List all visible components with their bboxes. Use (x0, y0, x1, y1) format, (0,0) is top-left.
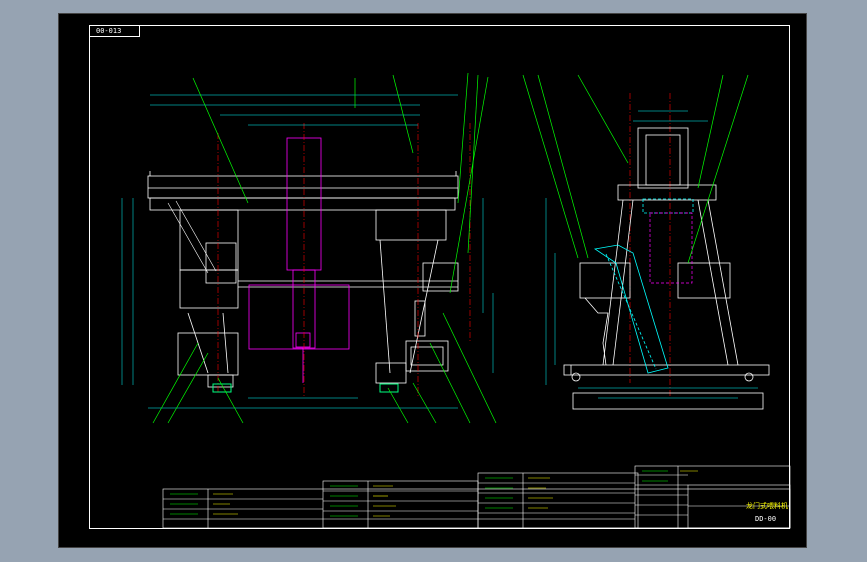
drawing-number: DD-00 (755, 515, 777, 523)
drawing-sheet: 00-013 龙门式喂料机 DD-00 (58, 13, 807, 548)
side-view (563, 127, 770, 410)
drawing-title: 龙门式喂料机 (746, 502, 788, 510)
front-footings (212, 383, 399, 393)
side-hidden (649, 212, 693, 284)
cad-drawing (58, 13, 807, 548)
title-block (162, 465, 791, 529)
outer-frame (58, 13, 807, 548)
centerlines (217, 93, 671, 398)
border-frame (89, 25, 790, 529)
corner-code: 00-013 (96, 27, 122, 35)
front-hidden (248, 137, 350, 383)
